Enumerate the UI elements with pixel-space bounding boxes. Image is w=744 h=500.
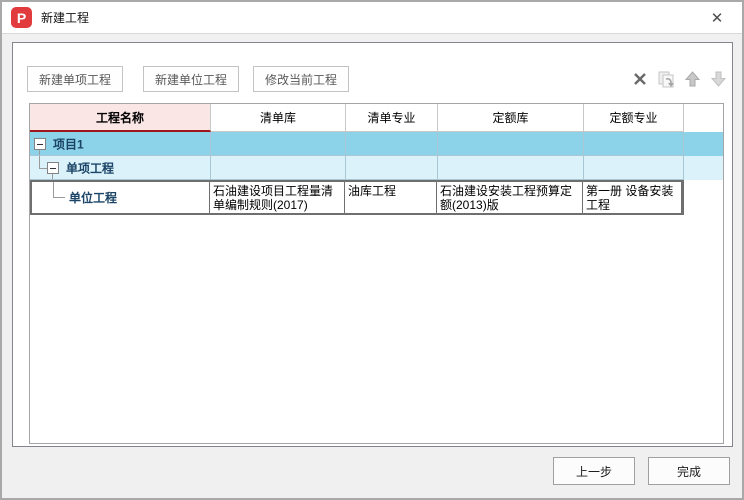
new-project-dialog: P 新建工程 ✕ 新建单项工程 新建单位工程 修改当前工程 bbox=[0, 0, 744, 500]
grid-header-row: 工程名称 清单库 清单专业 定额库 定额专业 bbox=[30, 104, 723, 132]
move-down-icon[interactable] bbox=[708, 69, 728, 89]
table-cell-list-library[interactable]: 石油建设项目工程量清单编制规则(2017) bbox=[210, 182, 345, 213]
table-cell[interactable] bbox=[438, 156, 584, 180]
new-unit-project-button[interactable]: 新建单位工程 bbox=[143, 66, 239, 92]
tree-cell-single-project[interactable]: 单项工程 bbox=[30, 156, 211, 180]
move-up-icon[interactable] bbox=[682, 69, 702, 89]
header-filler bbox=[684, 104, 723, 132]
table-cell-quota-library[interactable]: 石油建设安装工程预算定额(2013)版 bbox=[437, 182, 583, 213]
title-bar: P 新建工程 ✕ bbox=[2, 2, 742, 34]
collapse-icon[interactable] bbox=[47, 162, 59, 174]
table-row-single-project[interactable]: 单项工程 bbox=[30, 156, 723, 180]
table-cell-list-specialty[interactable]: 油库工程 bbox=[345, 182, 437, 213]
table-row-project[interactable]: 项目1 bbox=[30, 132, 723, 156]
collapse-icon[interactable] bbox=[34, 138, 46, 150]
close-button[interactable]: ✕ bbox=[704, 6, 730, 30]
tree-cell-project[interactable]: 项目1 bbox=[30, 132, 211, 156]
header-quota-library[interactable]: 定额库 bbox=[438, 104, 584, 132]
project-tree-grid: 工程名称 清单库 清单专业 定额库 定额专业 项目1 bbox=[29, 103, 724, 444]
table-cell[interactable] bbox=[584, 132, 684, 156]
table-cell[interactable] bbox=[438, 132, 584, 156]
modify-current-project-button[interactable]: 修改当前工程 bbox=[253, 66, 349, 92]
tree-node-label: 项目1 bbox=[53, 135, 84, 152]
tree-node-label: 单项工程 bbox=[66, 159, 114, 176]
finish-button[interactable]: 完成 bbox=[648, 457, 730, 485]
header-project-name[interactable]: 工程名称 bbox=[30, 104, 211, 132]
table-row-unit-project-selected[interactable]: 单位工程 石油建设项目工程量清单编制规则(2017) 油库工程 石油建设安装工程… bbox=[30, 180, 684, 215]
header-list-specialty[interactable]: 清单专业 bbox=[346, 104, 438, 132]
table-cell-quota-specialty[interactable]: 第一册 设备安装工程 bbox=[583, 182, 682, 213]
table-cell[interactable] bbox=[584, 156, 684, 180]
new-single-project-button[interactable]: 新建单项工程 bbox=[27, 66, 123, 92]
table-cell[interactable] bbox=[346, 156, 438, 180]
tree-cell-unit-project[interactable]: 单位工程 bbox=[32, 182, 210, 213]
table-cell[interactable] bbox=[346, 132, 438, 156]
toolbar-icon-group bbox=[630, 68, 728, 90]
previous-step-button[interactable]: 上一步 bbox=[553, 457, 635, 485]
tree-node-label: 单位工程 bbox=[69, 191, 117, 205]
header-quota-specialty[interactable]: 定额专业 bbox=[584, 104, 684, 132]
copy-icon[interactable] bbox=[656, 69, 676, 89]
header-list-library[interactable]: 清单库 bbox=[211, 104, 346, 132]
dialog-title: 新建工程 bbox=[41, 9, 89, 26]
app-logo-icon: P bbox=[11, 7, 32, 28]
delete-icon[interactable] bbox=[630, 69, 650, 89]
table-cell[interactable] bbox=[211, 156, 346, 180]
table-cell[interactable] bbox=[211, 132, 346, 156]
content-panel: 新建单项工程 新建单位工程 修改当前工程 bbox=[12, 42, 733, 447]
